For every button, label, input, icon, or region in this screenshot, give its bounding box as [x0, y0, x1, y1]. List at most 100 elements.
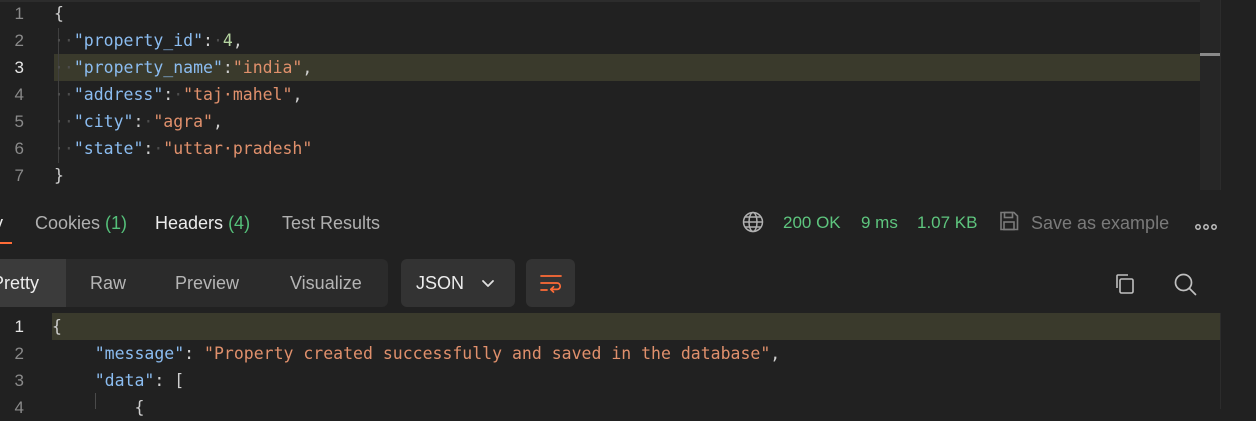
whitespace-marker: · [153, 139, 164, 158]
line-number: 2 [14, 31, 24, 50]
code-text: "data": [ [55, 367, 184, 394]
response-size[interactable]: 1.07 KB [917, 212, 978, 234]
json-punct [55, 371, 95, 390]
tab-test-results[interactable]: Test Results [282, 212, 380, 234]
wrap-lines-button[interactable] [526, 259, 575, 307]
request-body-editor[interactable]: 1 { 2 ··"property_id":·4, 3 ··"property_… [0, 0, 1256, 190]
whitespace-marker: · [212, 31, 223, 50]
line-number: 3 [14, 371, 24, 390]
status-code[interactable]: 200 OK [783, 212, 841, 234]
line-number: 1 [14, 4, 24, 23]
response-time[interactable]: 9 ms [861, 212, 898, 234]
whitespace-marker: ·· [54, 85, 74, 104]
code-text: ··"city":·"agra", [54, 108, 223, 135]
code-text: ··"property_name":"india", [54, 54, 312, 81]
code-line: 6 ··"state":·"uttar·pradesh" [0, 135, 1200, 162]
json-punct: : [143, 139, 154, 158]
editor-scrollbar[interactable] [1200, 0, 1220, 190]
json-key: "state" [73, 139, 144, 158]
json-string: "agra" [153, 112, 213, 131]
code-line-active: 1 { [0, 313, 1200, 340]
line-number: 3 [14, 58, 24, 77]
json-key: "data" [94, 371, 155, 390]
line-number: 1 [14, 317, 24, 336]
code-line: 2 ··"property_id":·4, [0, 27, 1200, 54]
line-number: 5 [14, 112, 24, 131]
view-pretty-button[interactable]: Pretty [0, 259, 66, 307]
json-punct: : [133, 112, 144, 131]
whitespace-marker: ·· [54, 58, 74, 77]
tab-headers[interactable]: Headers (4) [155, 212, 250, 234]
view-mode-selector: Pretty Raw Preview Visualize [0, 259, 388, 307]
whitespace-marker: ·· [54, 139, 74, 158]
code-text: { [52, 313, 62, 340]
line-number: 4 [14, 398, 24, 417]
code-line: 1 { [0, 0, 1200, 27]
code-text: } [54, 162, 64, 189]
code-text: ··"state":·"uttar·pradesh" [54, 135, 312, 162]
json-punct: , [292, 85, 303, 104]
view-preview-button[interactable]: Preview [175, 259, 239, 307]
json-string: "Property created successfully and saved… [204, 344, 771, 363]
code-text: { [54, 0, 64, 27]
save-as-example-button[interactable]: Save as example [1031, 212, 1169, 234]
search-icon[interactable] [1173, 272, 1197, 301]
json-punct: : [ [154, 371, 185, 390]
json-number: 4 [222, 31, 233, 50]
code-text: ··"address":·"taj·mahel", [54, 81, 302, 108]
code-line: 4 ··"address":·"taj·mahel", [0, 81, 1200, 108]
code-text: "message": "Property created successfull… [55, 340, 780, 367]
json-punct: { [52, 317, 62, 336]
json-punct: } [54, 166, 64, 185]
tab-body[interactable]: y [0, 212, 3, 234]
json-punct: , [302, 58, 313, 77]
json-string: "india" [232, 58, 303, 77]
globe-icon[interactable] [742, 211, 764, 238]
line-number: 7 [14, 166, 24, 185]
view-visualize-button[interactable]: Visualize [290, 259, 362, 307]
format-select-value: JSON [416, 273, 465, 293]
code-text: ··"property_id":·4, [54, 27, 243, 54]
tab-headers-count: (4) [228, 213, 251, 233]
json-punct: , [232, 31, 243, 50]
wrap-lines-icon [539, 272, 563, 299]
code-line: 4 { [0, 394, 1200, 421]
line-number: 6 [14, 139, 24, 158]
tab-cookies-label: Cookies [35, 213, 101, 233]
format-select[interactable]: JSON [401, 259, 515, 307]
whitespace-marker: · [143, 112, 154, 131]
whitespace-marker: ·· [54, 112, 74, 131]
view-raw-button[interactable]: Raw [90, 259, 126, 307]
whitespace-marker: · [173, 85, 184, 104]
code-text: { [55, 394, 144, 421]
json-key: "city" [73, 112, 134, 131]
json-punct: { [54, 4, 64, 23]
save-icon[interactable] [998, 210, 1020, 237]
code-line: 5 ··"city":·"agra", [0, 108, 1200, 135]
json-string: "taj·mahel" [183, 85, 293, 104]
json-punct: , [212, 112, 223, 131]
tab-cookies-count: (1) [105, 213, 128, 233]
more-icon[interactable] [1195, 218, 1217, 236]
whitespace-marker: ·· [54, 31, 74, 50]
tab-headers-label: Headers [155, 213, 224, 233]
line-number: 2 [14, 344, 24, 363]
json-punct: : [163, 85, 174, 104]
viewer-right-border [1220, 313, 1221, 409]
json-punct: : [222, 58, 233, 77]
view-pretty-label: Pretty [0, 273, 40, 293]
code-line: 3 "data": [ [0, 367, 1200, 394]
tab-cookies[interactable]: Cookies (1) [35, 212, 127, 234]
copy-icon[interactable] [1113, 272, 1137, 301]
active-tab-indicator [0, 242, 12, 244]
json-key: "property_name" [73, 58, 223, 77]
code-line: 2 "message": "Property created successfu… [0, 340, 1200, 367]
chevron-down-icon [481, 276, 495, 295]
json-key: "address" [73, 85, 164, 104]
editor-right-border [1220, 0, 1221, 190]
response-body-viewer[interactable]: 1 { 2 "message": "Property created succe… [0, 313, 1256, 417]
json-punct [55, 344, 95, 363]
line-number: 4 [14, 85, 24, 104]
code-line-active: 3 ··"property_name":"india", [0, 54, 1200, 81]
response-tab-bar: y Cookies (1) Headers (4) Test Results 2… [0, 198, 1256, 248]
